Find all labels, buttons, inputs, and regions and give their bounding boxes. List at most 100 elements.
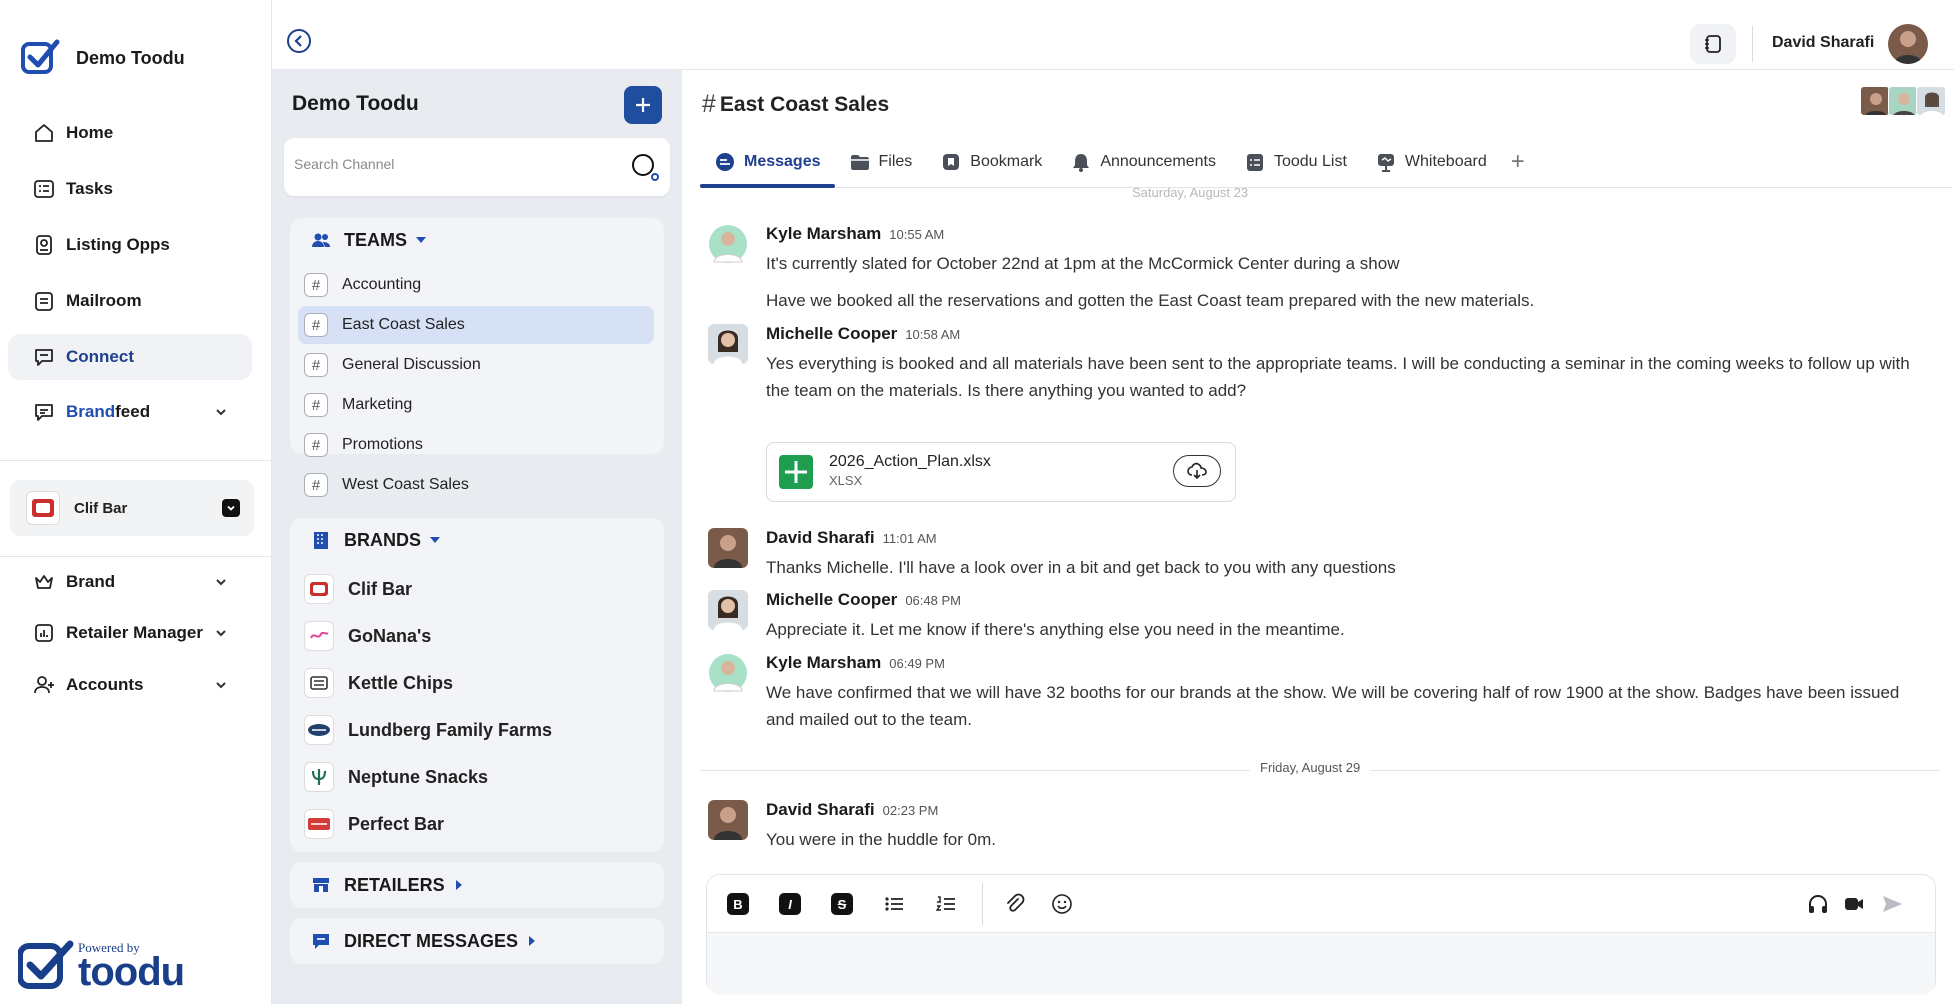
message-author[interactable]: Michelle Cooper 06:48 PM bbox=[766, 590, 961, 610]
collapse-sidebar-icon[interactable] bbox=[286, 28, 312, 54]
channel-panel: Demo Toodu TEAMS # Accounting # East Coast… bbox=[272, 70, 682, 1004]
nav-tasks[interactable]: Tasks bbox=[8, 166, 252, 212]
send-icon[interactable] bbox=[1881, 893, 1903, 915]
huddle-link[interactable]: You were in the huddle for 0m. bbox=[766, 826, 1916, 853]
nav-brandfeed[interactable]: Brandfeed bbox=[8, 389, 252, 435]
brand-item-neptune-snacks[interactable]: Neptune Snacks bbox=[304, 756, 654, 798]
caret-down-icon bbox=[430, 537, 441, 543]
brands-header[interactable]: BRANDS bbox=[310, 526, 441, 554]
avatar-david-sharafi[interactable] bbox=[708, 800, 748, 840]
toodu-logo-icon bbox=[18, 940, 74, 989]
message-author[interactable]: Kyle Marsham 10:55 AM bbox=[766, 224, 944, 244]
direct-messages-header[interactable]: DIRECT MESSAGES bbox=[310, 927, 538, 955]
headphones-icon[interactable] bbox=[1807, 893, 1829, 915]
tab-messages[interactable]: Messages bbox=[700, 137, 835, 188]
powered-by-toodu: Powered by toodu bbox=[18, 938, 198, 994]
tab-whiteboard[interactable]: Whiteboard bbox=[1361, 137, 1501, 187]
brandfeed-icon bbox=[35, 404, 53, 421]
message-author[interactable]: Kyle Marsham 06:49 PM bbox=[766, 653, 945, 673]
hash-icon: # bbox=[304, 473, 328, 497]
user-avatar[interactable] bbox=[1888, 24, 1928, 64]
brand-item-kettle-chips[interactable]: Kettle Chips bbox=[304, 662, 654, 704]
current-user-name[interactable]: David Sharafi bbox=[1772, 34, 1874, 52]
message-text: Have we booked all the reservations and … bbox=[766, 291, 1535, 310]
strikethrough-button[interactable]: S bbox=[831, 893, 853, 915]
top-bar: David Sharafi bbox=[272, 0, 1954, 70]
nav-retailer-manager[interactable]: Retailer Manager bbox=[8, 610, 252, 656]
numbered-list-icon[interactable] bbox=[935, 893, 957, 915]
workspace-name: Demo Toodu bbox=[76, 48, 185, 68]
direct-messages-section[interactable]: DIRECT MESSAGES bbox=[290, 918, 664, 964]
brand-logo bbox=[304, 621, 334, 651]
bold-button[interactable]: B bbox=[727, 893, 749, 915]
nav-brand[interactable]: Brand bbox=[8, 559, 252, 605]
nav-listing-opps[interactable]: Listing Opps bbox=[8, 222, 252, 268]
brand-switcher[interactable]: Clif Bar bbox=[10, 480, 254, 536]
message-text: Yes everything is booked and all materia… bbox=[766, 354, 1910, 400]
nav-connect[interactable]: Connect bbox=[8, 334, 252, 380]
teams-header[interactable]: TEAMS bbox=[310, 226, 427, 254]
tab-announcements[interactable]: Announcements bbox=[1056, 137, 1230, 187]
retailers-section[interactable]: RETAILERS bbox=[290, 862, 664, 908]
avatar-kyle-marsham[interactable] bbox=[708, 224, 748, 264]
channel-members[interactable] bbox=[1860, 86, 1946, 118]
search-icon[interactable] bbox=[630, 152, 660, 182]
channel-search-input[interactable] bbox=[294, 156, 614, 172]
tab-label: Announcements bbox=[1100, 153, 1216, 170]
avatar-michelle-cooper[interactable] bbox=[708, 324, 748, 364]
author-name: David Sharafi bbox=[766, 800, 875, 819]
channel-item-east-coast-sales[interactable]: # East Coast Sales bbox=[298, 306, 654, 344]
channel-label: General Discussion bbox=[342, 356, 481, 373]
tab-toodu-list[interactable]: Toodu List bbox=[1230, 137, 1361, 187]
message-author[interactable]: Michelle Cooper 10:58 AM bbox=[766, 324, 960, 344]
brand-item-clif-bar[interactable]: Clif Bar bbox=[304, 568, 654, 610]
message-author[interactable]: David Sharafi 11:01 AM bbox=[766, 528, 937, 548]
plus-icon bbox=[636, 98, 650, 112]
notes-button[interactable] bbox=[1690, 24, 1736, 64]
channel-item-general-discussion[interactable]: # General Discussion bbox=[298, 346, 654, 384]
nav-home[interactable]: Home bbox=[8, 110, 252, 156]
file-attachment[interactable]: 2026_Action_Plan.xlsx XLSX bbox=[766, 442, 1236, 502]
download-button[interactable] bbox=[1173, 455, 1221, 487]
building-icon bbox=[314, 532, 328, 549]
avatar-michelle-cooper[interactable] bbox=[708, 590, 748, 630]
avatar-image bbox=[1917, 87, 1945, 115]
home-icon bbox=[35, 124, 53, 142]
add-tab-button[interactable]: + bbox=[1501, 137, 1535, 187]
message-input[interactable] bbox=[707, 933, 1935, 995]
add-channel-button[interactable] bbox=[624, 86, 662, 124]
retailers-header[interactable]: RETAILERS bbox=[310, 871, 465, 899]
avatar-david-sharafi[interactable] bbox=[708, 528, 748, 568]
gonanas-logo-icon bbox=[310, 631, 329, 639]
avatar-image bbox=[708, 324, 748, 364]
brands-section: BRANDS Clif Bar GoNana's Kettle Chips Lu… bbox=[290, 518, 664, 852]
chat-main: # East Coast Sales Messages Files Bookma… bbox=[682, 70, 1954, 1004]
avatar-kyle-marsham[interactable] bbox=[708, 653, 748, 693]
tab-files[interactable]: Files bbox=[835, 137, 927, 187]
listing-icon bbox=[36, 235, 52, 255]
channel-item-marketing[interactable]: # Marketing bbox=[298, 386, 654, 424]
folder-icon bbox=[850, 155, 869, 170]
emoji-icon[interactable] bbox=[1051, 893, 1073, 915]
message-time: 06:48 PM bbox=[905, 593, 961, 608]
attachment-icon[interactable] bbox=[1003, 893, 1025, 915]
whiteboard-icon bbox=[1377, 154, 1394, 172]
channel-item-west-coast-sales[interactable]: # West Coast Sales bbox=[298, 466, 654, 504]
brand-item-gonanas[interactable]: GoNana's bbox=[304, 615, 654, 657]
message-author[interactable]: David Sharafi 02:23 PM bbox=[766, 800, 938, 820]
video-call-icon[interactable] bbox=[1843, 893, 1865, 915]
channel-item-promotions[interactable]: # Promotions bbox=[298, 426, 654, 464]
nav-mailroom[interactable]: Mailroom bbox=[8, 278, 252, 324]
bell-icon bbox=[1073, 154, 1090, 172]
toolbar-divider bbox=[982, 883, 983, 925]
tab-label: Toodu List bbox=[1273, 153, 1347, 170]
brand-item-lundberg[interactable]: Lundberg Family Farms bbox=[304, 709, 654, 751]
italic-button[interactable]: I bbox=[779, 893, 801, 915]
channel-item-accounting[interactable]: # Accounting bbox=[298, 266, 654, 304]
brand-dropdown-toggle[interactable] bbox=[222, 499, 240, 517]
message-time: 10:55 AM bbox=[889, 227, 945, 242]
bullet-list-icon[interactable] bbox=[883, 893, 905, 915]
brand-item-perfect-bar[interactable]: Perfect Bar bbox=[304, 803, 654, 845]
tab-bookmark[interactable]: Bookmark bbox=[926, 137, 1056, 187]
nav-accounts[interactable]: Accounts bbox=[8, 662, 252, 708]
